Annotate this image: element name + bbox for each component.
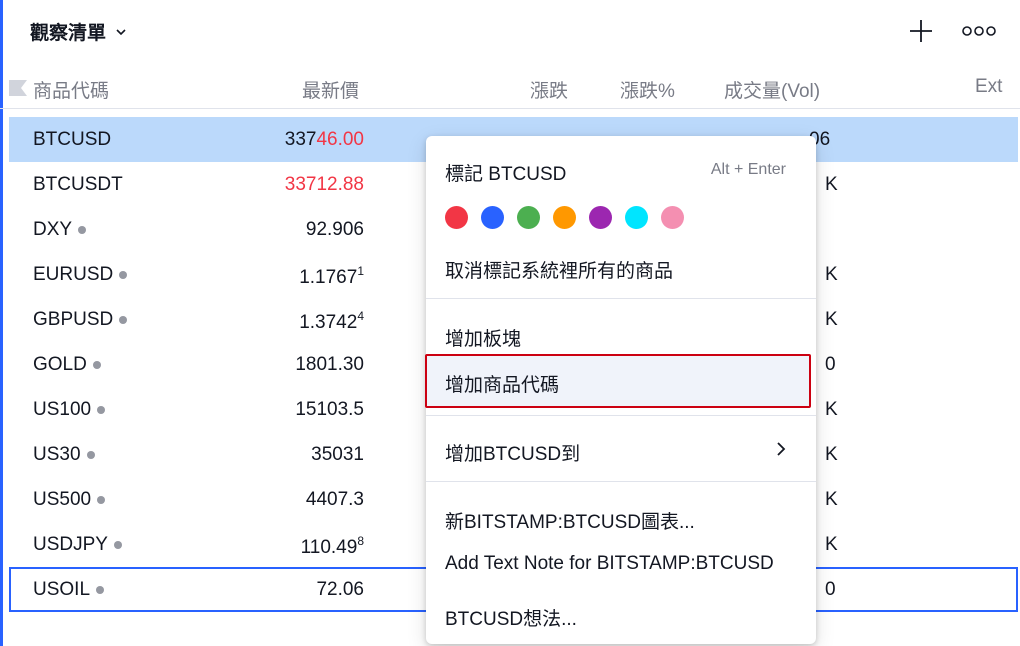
row-volume-partial: 0	[825, 579, 836, 600]
row-symbol: EURUSD	[33, 264, 128, 286]
column-change[interactable]: 漲跌	[530, 76, 568, 103]
row-symbol: USOIL	[33, 579, 105, 601]
row-last-price: 110.498	[300, 534, 364, 558]
row-volume-partial: K	[825, 309, 838, 330]
column-volume[interactable]: 成交量(Vol)	[724, 76, 820, 103]
flag-color-red[interactable]	[445, 206, 468, 229]
menu-add-text-note[interactable]: Add Text Note for BITSTAMP:BTCUSD	[426, 541, 816, 585]
row-volume-partial: K	[825, 534, 838, 555]
market-status-dot-icon	[119, 316, 128, 324]
row-volume-partial: K	[825, 444, 838, 465]
row-last-price: 1801.30	[295, 354, 364, 375]
market-status-dot-icon	[97, 406, 106, 414]
row-last-price: 15103.5	[295, 399, 364, 420]
chevron-down-icon	[116, 28, 126, 35]
row-last-price: 4407.3	[305, 489, 364, 510]
row-symbol: US500	[33, 489, 106, 511]
row-volume-partial: K	[825, 174, 838, 195]
market-status-dot-icon	[78, 226, 87, 234]
menu-add-section[interactable]: 增加板塊	[426, 312, 816, 356]
menu-divider	[426, 415, 816, 416]
add-symbol-plus-icon[interactable]	[908, 18, 934, 44]
market-status-dot-icon	[97, 496, 106, 504]
row-last-price: 33746.00	[284, 129, 364, 150]
row-symbol: USDJPY	[33, 534, 122, 556]
row-symbol: US30	[33, 444, 95, 466]
menu-divider	[426, 481, 816, 482]
row-symbol: US100	[33, 399, 106, 421]
watchlist-header: 觀察清單	[0, 0, 1020, 62]
watchlist-title: 觀察清單	[30, 23, 107, 44]
row-last-price: 72.06	[316, 579, 364, 600]
flag-color-cyan[interactable]	[625, 206, 648, 229]
chevron-right-icon	[777, 442, 786, 456]
flag-color-pink[interactable]	[661, 206, 684, 229]
menu-new-chart[interactable]: 新BITSTAMP:BTCUSD圖表...	[426, 495, 816, 539]
menu-add-to-list[interactable]: 增加BTCUSD到	[426, 427, 816, 471]
row-last-price: 92.906	[305, 219, 364, 240]
column-last-price[interactable]: 最新價	[302, 76, 359, 103]
row-symbol: DXY	[33, 219, 87, 241]
column-symbol[interactable]: 商品代碼	[33, 76, 109, 103]
context-menu: 標記 BTCUSD Alt + Enter 取消標記系統裡所有的商品 增加板塊 …	[425, 136, 816, 644]
market-status-dot-icon	[96, 586, 105, 594]
row-last-price: 1.17671	[299, 264, 364, 288]
market-status-dot-icon	[92, 361, 101, 369]
column-extended[interactable]: Ext	[975, 76, 1002, 98]
menu-divider	[426, 298, 816, 299]
market-status-dot-icon	[86, 451, 95, 459]
flag-color-purple[interactable]	[589, 206, 612, 229]
row-symbol: GOLD	[33, 354, 101, 376]
shortcut-hint: Alt + Enter	[710, 161, 786, 178]
row-last-price: 33712.88	[284, 174, 364, 195]
watchlist-title-dropdown[interactable]: 觀察清單	[30, 18, 126, 45]
flag-column-icon[interactable]	[9, 80, 27, 96]
menu-unflag-all[interactable]: 取消標記系統裡所有的商品	[426, 244, 816, 288]
column-header-row: 商品代碼 最新價 漲跌 漲跌% 成交量(Vol) Ext	[0, 70, 1020, 109]
row-symbol: BTCUSDT	[33, 174, 123, 195]
row-last-price: 35031	[311, 444, 364, 465]
menu-ideas[interactable]: BTCUSD想法...	[426, 592, 816, 636]
flag-color-picker	[445, 206, 684, 229]
flag-color-blue[interactable]	[481, 206, 504, 229]
flag-color-orange[interactable]	[553, 206, 576, 229]
market-status-dot-icon	[119, 271, 128, 279]
market-status-dot-icon	[113, 541, 122, 549]
row-volume-partial: K	[825, 489, 838, 510]
flag-color-green[interactable]	[517, 206, 540, 229]
menu-flag-symbol[interactable]: 標記 BTCUSD Alt + Enter	[426, 147, 816, 191]
menu-add-symbol[interactable]: 增加商品代碼	[425, 354, 811, 408]
row-symbol: BTCUSD	[33, 129, 112, 150]
row-volume-partial: 0	[825, 354, 836, 375]
row-symbol: GBPUSD	[33, 309, 128, 331]
row-volume-partial: K	[825, 399, 838, 420]
more-options-icon[interactable]	[960, 22, 998, 40]
row-volume-partial: K	[825, 264, 838, 285]
column-change-percent[interactable]: 漲跌%	[620, 76, 675, 103]
row-last-price: 1.37424	[299, 309, 364, 333]
